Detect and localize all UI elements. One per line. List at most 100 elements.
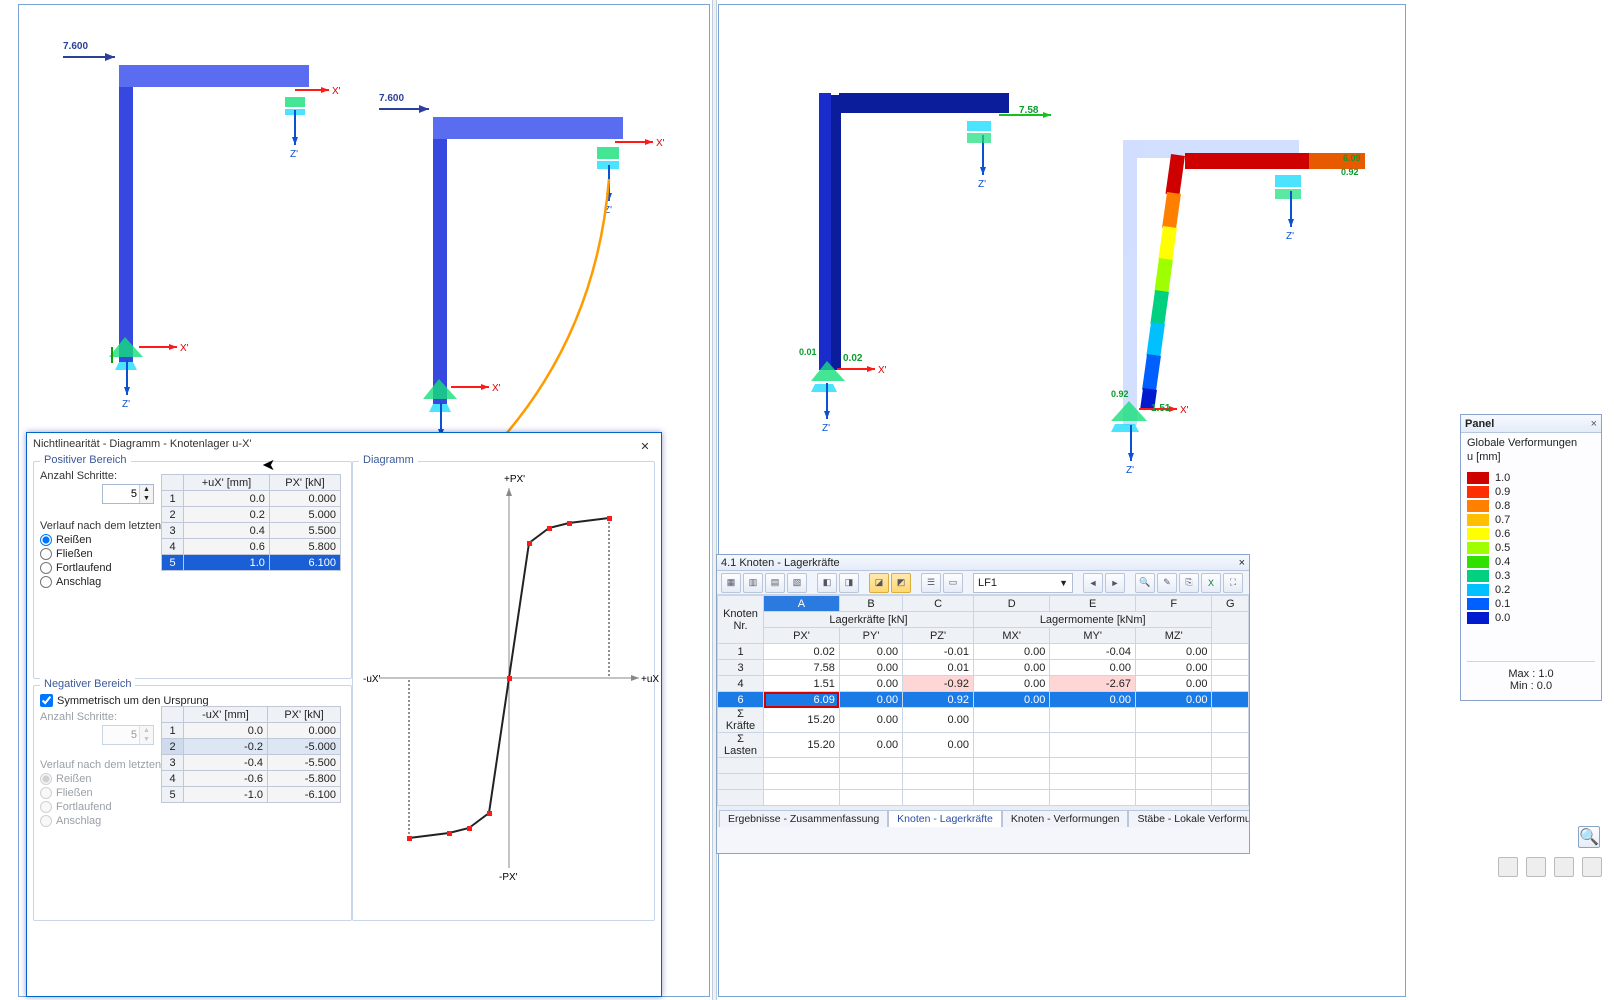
color-swatch bbox=[1467, 556, 1489, 568]
radio-fortlaufend-label: Fortlaufend bbox=[56, 562, 112, 574]
cell[interactable]: 7.58 bbox=[764, 660, 840, 676]
cell[interactable]: 0.00 bbox=[839, 692, 902, 708]
tb-btn-12[interactable]: ✎ bbox=[1157, 573, 1177, 593]
cell[interactable] bbox=[1135, 708, 1211, 733]
cell[interactable]: 0.00 bbox=[1050, 660, 1136, 676]
radio-fortlaufend[interactable] bbox=[40, 562, 52, 574]
cell[interactable]: 0.92 bbox=[903, 692, 974, 708]
cell[interactable]: 0.00 bbox=[973, 676, 1049, 692]
cell[interactable]: 0.00 bbox=[903, 733, 974, 758]
cell[interactable]: 0.01 bbox=[903, 660, 974, 676]
cell[interactable] bbox=[1050, 733, 1136, 758]
row-header[interactable]: 1 bbox=[718, 644, 764, 660]
svg-text:-uX': -uX' bbox=[363, 674, 381, 685]
cell[interactable]: 0.00 bbox=[839, 708, 902, 733]
tb-btn-8[interactable]: ◩ bbox=[891, 573, 911, 593]
svg-text:Z': Z' bbox=[122, 399, 130, 410]
next-button[interactable]: ► bbox=[1105, 573, 1125, 593]
cell[interactable]: 15.20 bbox=[764, 733, 840, 758]
tb-btn-7[interactable]: ◪ bbox=[869, 573, 889, 593]
group-diagram: Diagramm +PX' -PX' +uX' -uX' bbox=[352, 461, 655, 921]
tb-btn-6[interactable]: ◨ bbox=[839, 573, 859, 593]
grp-forces: Lagerkräfte [kN] bbox=[764, 612, 974, 628]
tb-btn-1[interactable]: ▦ bbox=[721, 573, 741, 593]
prev-button[interactable]: ◄ bbox=[1083, 573, 1103, 593]
cell[interactable]: -0.01 bbox=[903, 644, 974, 660]
results-tab[interactable]: Ergebnisse - Zusammenfassung bbox=[719, 810, 888, 827]
cell[interactable]: 0.00 bbox=[1135, 676, 1211, 692]
tb-btn-excel[interactable]: X bbox=[1201, 573, 1221, 593]
row-header[interactable]: Σ Kräfte bbox=[718, 708, 764, 733]
cell[interactable]: 15.20 bbox=[764, 708, 840, 733]
magnify-button[interactable]: 🔍 bbox=[1578, 826, 1600, 848]
results-table[interactable]: Knoten Nr. A B C D E F G Lagerkräfte [kN… bbox=[717, 595, 1249, 805]
symmetric-checkbox[interactable] bbox=[40, 694, 53, 707]
radio-reissen[interactable] bbox=[40, 534, 52, 546]
panel-icon-1[interactable] bbox=[1498, 857, 1518, 877]
tb-btn-15[interactable]: ⛶ bbox=[1223, 573, 1243, 593]
row-header[interactable]: 3 bbox=[718, 660, 764, 676]
cell[interactable]: 0.00 bbox=[1135, 660, 1211, 676]
cell[interactable]: 0.00 bbox=[973, 660, 1049, 676]
cell[interactable]: 0.00 bbox=[839, 660, 902, 676]
color-value: 0.0 bbox=[1495, 612, 1510, 624]
cell[interactable]: 0.00 bbox=[839, 733, 902, 758]
panel-icon-4[interactable] bbox=[1582, 857, 1602, 877]
spinner-up-icon[interactable]: ▲ bbox=[139, 485, 153, 494]
cell[interactable]: 0.00 bbox=[973, 692, 1049, 708]
results-tab[interactable]: Knoten - Verformungen bbox=[1002, 810, 1129, 827]
tb-btn-4[interactable]: ▧ bbox=[787, 573, 807, 593]
tb-btn-13[interactable]: ⎘ bbox=[1179, 573, 1199, 593]
radio-fliessen[interactable] bbox=[40, 548, 52, 560]
close-icon[interactable]: ✕ bbox=[635, 436, 655, 452]
cell[interactable]: 1.51 bbox=[764, 676, 840, 692]
cell[interactable] bbox=[1050, 708, 1136, 733]
results-tab[interactable]: Knoten - Lagerkräfte bbox=[888, 810, 1002, 827]
cell[interactable]: 0.00 bbox=[1135, 692, 1211, 708]
cell[interactable]: 6.09 bbox=[764, 692, 840, 708]
tb-btn-9[interactable]: ☰ bbox=[921, 573, 941, 593]
results-tab[interactable]: Stäbe - Lokale Verformungen bbox=[1128, 810, 1249, 827]
cell[interactable] bbox=[1135, 733, 1211, 758]
spinner-down-icon[interactable]: ▼ bbox=[139, 494, 153, 503]
dialog-titlebar[interactable]: Nichtlinearität - Diagramm - Knotenlager… bbox=[27, 433, 661, 455]
cell[interactable]: 0.00 bbox=[973, 644, 1049, 660]
cell[interactable]: 0.00 bbox=[839, 644, 902, 660]
cell[interactable]: -0.92 bbox=[903, 676, 974, 692]
tb-btn-5[interactable]: ◧ bbox=[817, 573, 837, 593]
col-A[interactable]: A bbox=[764, 596, 840, 612]
panel-icon-2[interactable] bbox=[1526, 857, 1546, 877]
results-close-icon[interactable]: × bbox=[1239, 557, 1245, 569]
cell[interactable]: 0.00 bbox=[903, 708, 974, 733]
count-spinner[interactable]: ▲▼ bbox=[102, 484, 154, 504]
positive-table[interactable]: +uX' [mm]PX' [kN] 10.00.000 20.25.000 30… bbox=[161, 474, 341, 571]
panel-min-label: Min : bbox=[1510, 680, 1534, 692]
cell[interactable] bbox=[973, 708, 1049, 733]
cell[interactable]: -0.04 bbox=[1050, 644, 1136, 660]
color-swatch bbox=[1467, 528, 1489, 540]
val-0-01: 0.01 bbox=[799, 347, 817, 357]
row-header[interactable]: Σ Lasten bbox=[718, 733, 764, 758]
tb-btn-3[interactable]: ▤ bbox=[765, 573, 785, 593]
svg-text:Z': Z' bbox=[1126, 465, 1134, 476]
loadcase-select[interactable]: LF1▼ bbox=[973, 573, 1073, 593]
row-header[interactable]: 6 bbox=[718, 692, 764, 708]
panel-titlebar[interactable]: Panel × bbox=[1461, 415, 1601, 433]
cell[interactable]: 0.00 bbox=[1050, 692, 1136, 708]
tb-btn-10[interactable]: ▭ bbox=[943, 573, 963, 593]
tb-btn-filter[interactable]: 🔍 bbox=[1135, 573, 1155, 593]
radio-anschlag[interactable] bbox=[40, 576, 52, 588]
row-header[interactable]: 4 bbox=[718, 676, 764, 692]
cell[interactable]: 0.02 bbox=[764, 644, 840, 660]
cell[interactable] bbox=[973, 733, 1049, 758]
cell[interactable]: -2.67 bbox=[1050, 676, 1136, 692]
tb-btn-2[interactable]: ▥ bbox=[743, 573, 763, 593]
color-bar: 1.00.90.80.70.60.50.40.30.20.10.0 bbox=[1467, 471, 1595, 625]
panel-icon-3[interactable] bbox=[1554, 857, 1574, 877]
results-titlebar[interactable]: 4.1 Knoten - Lagerkräfte × bbox=[717, 555, 1249, 571]
val-7-58: 7.58 bbox=[1019, 105, 1038, 116]
count-input[interactable] bbox=[103, 485, 139, 503]
panel-close-icon[interactable]: × bbox=[1591, 418, 1597, 430]
cell[interactable]: 0.00 bbox=[1135, 644, 1211, 660]
cell[interactable]: 0.00 bbox=[839, 676, 902, 692]
